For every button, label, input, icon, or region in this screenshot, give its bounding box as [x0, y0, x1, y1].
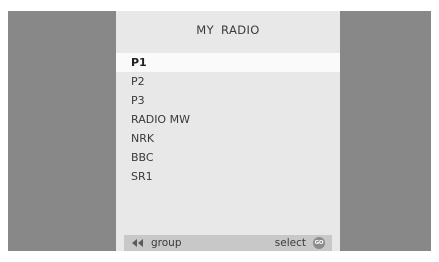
go-button-icon[interactable]: GO [313, 237, 325, 249]
menu-title: MY RADIO [196, 23, 260, 37]
footer-bar: group select GO [124, 235, 332, 251]
list-item-p2[interactable]: P2 [116, 72, 340, 91]
station-list: P1 P2 P3 RADIO MW NRK BBC SR1 [116, 53, 340, 186]
list-item-nrk[interactable]: NRK [116, 129, 340, 148]
double-left-arrow-icon[interactable] [132, 239, 144, 247]
list-item-sr1[interactable]: SR1 [116, 167, 340, 186]
select-label[interactable]: select [275, 235, 306, 251]
list-item-radio-mw[interactable]: RADIO MW [116, 110, 340, 129]
list-item-p1[interactable]: P1 [116, 53, 340, 72]
menu-panel: MY RADIO P1 P2 P3 RADIO MW NRK BBC SR1 g… [116, 11, 340, 251]
list-item-p3[interactable]: P3 [116, 91, 340, 110]
group-label[interactable]: group [151, 235, 182, 251]
list-item-bbc[interactable]: BBC [116, 148, 340, 167]
